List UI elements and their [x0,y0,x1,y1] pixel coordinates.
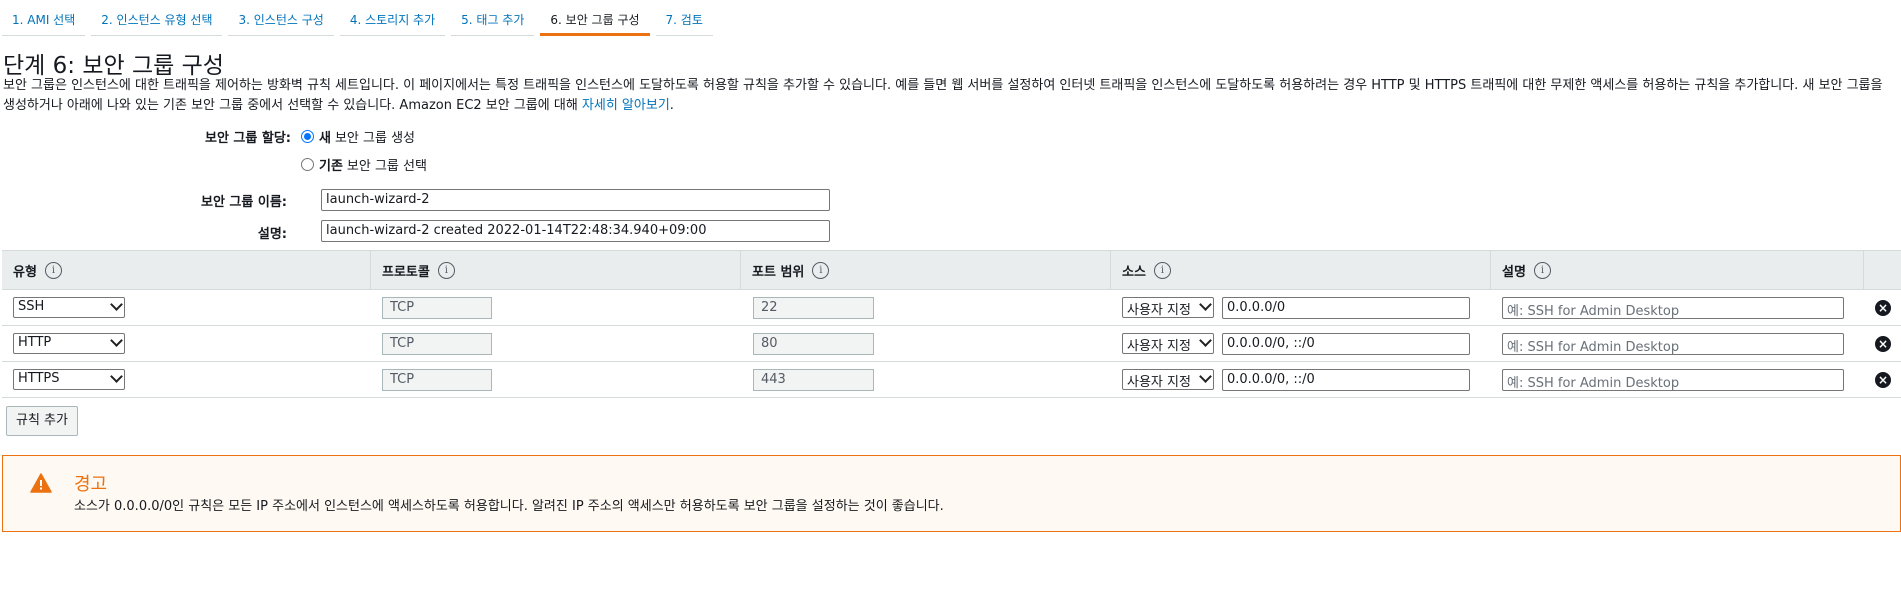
source-type-select[interactable]: 사용자 지정 [1122,333,1214,354]
header-port-label: 포트 범위 [752,264,805,280]
assign-label: 보안 그룹 할당: [204,131,291,146]
source-type-value: 사용자 지정 [1127,375,1191,390]
type-select[interactable]: HTTP [13,333,125,354]
radio-new-label: 보안 그룹 생성 [334,131,415,146]
warning-alert: 경고 소스가 0.0.0.0/0인 규칙은 모든 IP 주소에서 인스턴스에 액… [2,455,1901,532]
info-icon[interactable]: i [1153,261,1171,279]
source-type-select[interactable]: 사용자 지정 [1122,297,1214,318]
warning-text: 소스가 0.0.0.0/0인 규칙은 모든 IP 주소에서 인스턴스에 액세스하… [74,499,944,514]
wizard-tabs: 1. AMI 선택 2. 인스턴스 유형 선택 3. 인스턴스 구성 4. 스토… [2,0,719,36]
table-row: SSH TCP 22 사용자 지정 0.0.0.0/0 예: SSH for A… [2,290,1901,326]
group-desc-label: 설명: [257,227,287,242]
port-field: 80 [753,333,874,355]
add-rule-button[interactable]: 규칙 추가 [6,406,78,436]
header-protocol: 프로토콜 i [370,251,740,289]
tab-tags[interactable]: 5. 태그 추가 [451,0,535,36]
header-description-label: 설명 [1502,264,1526,280]
source-type-value: 사용자 지정 [1127,303,1191,318]
source-input[interactable]: 0.0.0.0/0 [1222,297,1470,319]
tab-storage[interactable]: 4. 스토리지 추가 [339,0,446,36]
group-name-input[interactable]: launch-wizard-2 [321,189,830,211]
learn-more-link[interactable]: 자세히 알아보기 [582,98,670,113]
header-type: 유형 i [2,251,370,289]
header-source-label: 소스 [1122,264,1146,280]
port-field: 443 [753,369,874,391]
info-icon[interactable]: i [437,261,455,279]
group-desc-input[interactable]: launch-wizard-2 created 2022-01-14T22:48… [321,220,830,242]
tab-instance-config[interactable]: 3. 인스턴스 구성 [228,0,335,36]
description-text: 보안 그룹은 인스턴스에 대한 트래픽을 제어하는 방화벽 규칙 세트입니다. … [3,78,1883,113]
page-title: 단계 6: 보안 그룹 구성 [3,53,224,79]
remove-rule-icon[interactable]: × [1875,372,1891,388]
type-select[interactable]: SSH [13,297,125,318]
header-protocol-label: 프로토콜 [382,264,430,280]
chevron-down-icon [110,334,123,347]
tab-security-group[interactable]: 6. 보안 그룹 구성 [540,0,650,36]
radio-new-group[interactable]: 새 보안 그룹 생성 [301,127,415,146]
table-row: HTTPS TCP 443 사용자 지정 0.0.0.0/0, ::/0 예: … [2,362,1901,398]
description-end: . [669,98,674,113]
radio-existing-label: 보안 그룹 선택 [346,159,427,174]
group-name-label: 보안 그룹 이름: [200,195,287,210]
info-icon[interactable]: i [44,261,62,279]
chevron-down-icon [1199,370,1212,383]
header-source: 소스 i [1110,251,1490,289]
radio-existing-indicator[interactable] [301,158,314,171]
warning-title: 경고 [74,474,108,495]
tab-review[interactable]: 7. 검토 [655,0,714,36]
remove-rule-icon[interactable]: × [1875,300,1891,316]
rule-description-input[interactable]: 예: SSH for Admin Desktop [1502,369,1844,391]
radio-new-bold: 새 [319,131,331,146]
source-type-select[interactable]: 사용자 지정 [1122,369,1214,390]
rules-table-header: 유형 i 프로토콜 i 포트 범위 i 소스 i 설명 i [2,250,1901,290]
radio-existing-group[interactable]: 기존 보안 그룹 선택 [301,155,427,174]
warning-icon [30,473,52,493]
page-description: 보안 그룹은 인스턴스에 대한 트래픽을 제어하는 방화벽 규칙 세트입니다. … [3,76,1896,116]
remove-rule-icon[interactable]: × [1875,336,1891,352]
info-icon[interactable]: i [812,261,830,279]
source-type-value: 사용자 지정 [1127,339,1191,354]
type-select-value: SSH [18,299,45,314]
type-select-value: HTTPS [18,371,60,386]
rule-description-input[interactable]: 예: SSH for Admin Desktop [1502,297,1844,319]
protocol-field: TCP [382,297,492,319]
source-input[interactable]: 0.0.0.0/0, ::/0 [1222,333,1470,355]
type-select-value: HTTP [18,335,52,350]
table-row: HTTP TCP 80 사용자 지정 0.0.0.0/0, ::/0 예: SS… [2,326,1901,362]
protocol-field: TCP [382,369,492,391]
protocol-field: TCP [382,333,492,355]
chevron-down-icon [1199,334,1212,347]
info-icon[interactable]: i [1533,261,1551,279]
header-actions [1863,251,1901,289]
chevron-down-icon [110,298,123,311]
chevron-down-icon [1199,298,1212,311]
radio-new-indicator[interactable] [301,130,314,143]
rule-description-input[interactable]: 예: SSH for Admin Desktop [1502,333,1844,355]
radio-existing-bold: 기존 [319,159,343,174]
tab-ami[interactable]: 1. AMI 선택 [2,0,86,36]
header-description: 설명 i [1490,251,1863,289]
port-field: 22 [753,297,874,319]
tab-instance-type[interactable]: 2. 인스턴스 유형 선택 [91,0,223,36]
type-select[interactable]: HTTPS [13,369,125,390]
source-input[interactable]: 0.0.0.0/0, ::/0 [1222,369,1470,391]
chevron-down-icon [110,370,123,383]
header-type-label: 유형 [13,264,37,280]
header-port: 포트 범위 i [740,251,1110,289]
